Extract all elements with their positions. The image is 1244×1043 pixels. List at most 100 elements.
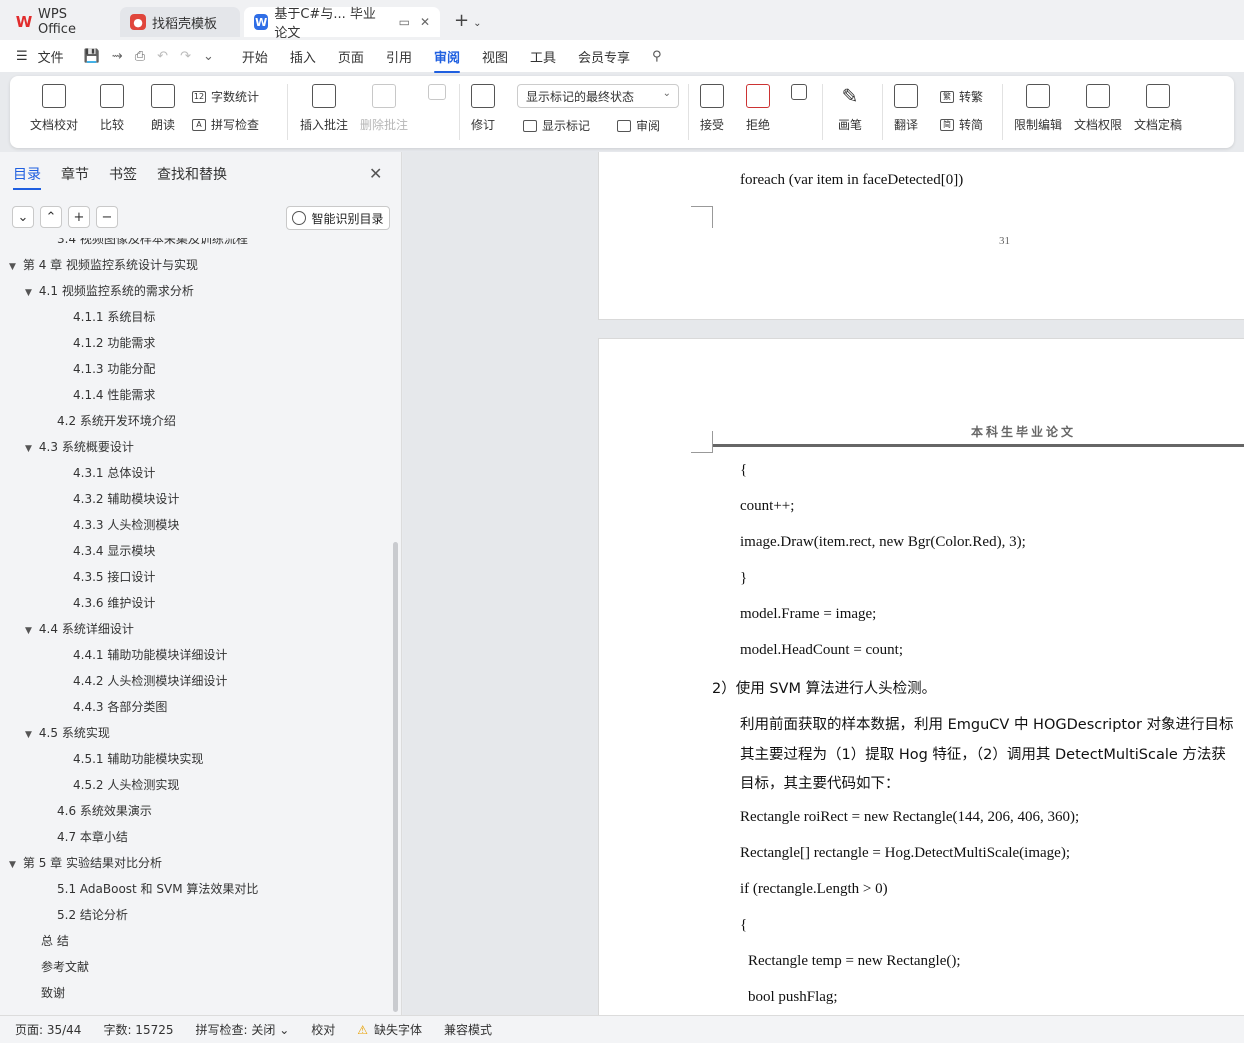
toc-item[interactable]: 4.3.5 接口设计 — [73, 568, 155, 590]
menu-insert[interactable]: 插入 — [290, 47, 316, 66]
review-pane-button[interactable]: 审阅 — [617, 117, 660, 134]
translate-button[interactable]: 翻译 — [894, 84, 918, 133]
nav-tab-toc[interactable]: 目录 — [13, 164, 41, 190]
nav-tab-chapters[interactable]: 章节 — [61, 164, 89, 184]
window-restore-icon[interactable]: ▭ — [399, 15, 410, 29]
reject-button[interactable]: 拒绝 — [746, 84, 770, 133]
word-count-button[interactable]: 12 字数统计 — [192, 88, 259, 105]
redo-icon[interactable]: ↷ — [180, 49, 191, 64]
toc-item[interactable]: 4.5.1 辅助功能模块实现 — [73, 750, 203, 772]
menu-page[interactable]: 页面 — [338, 47, 364, 66]
undo-icon[interactable]: ↶ — [157, 49, 168, 64]
toc-item[interactable]: 4.3.6 维护设计 — [73, 594, 155, 616]
doc-check-button[interactable]: 文档校对 — [30, 84, 78, 133]
menu-member[interactable]: 会员专享 — [578, 47, 630, 66]
toc-item[interactable]: ▼ 4.3 系统概要设计 — [25, 438, 134, 460]
share-icon[interactable]: ⇝ — [112, 49, 123, 64]
tab-document[interactable]: W 基于C#与... 毕业论文 ▭ ✕ — [244, 7, 440, 41]
toc-item[interactable]: 4.3.1 总体设计 — [73, 464, 155, 486]
smart-toc-button[interactable]: 智能识别目录 — [286, 206, 390, 230]
revise-button[interactable]: 修订 — [471, 84, 495, 133]
toc-item[interactable]: 4.3.3 人头检测模块 — [73, 516, 179, 538]
nav-tab-find-replace[interactable]: 查找和替换 — [157, 164, 227, 184]
chevron-down-icon[interactable]: ⌄ — [473, 18, 481, 29]
word-count-indicator[interactable]: 字数: 15725 — [103, 1021, 173, 1038]
collapse-all-icon[interactable]: ⌃ — [40, 206, 62, 228]
menu-view[interactable]: 视图 — [482, 47, 508, 66]
menu-review[interactable]: 审阅 — [433, 47, 460, 73]
spell-check-button[interactable]: A 拼写检查 — [192, 116, 259, 133]
toc-item[interactable]: ▼ 第 5 章 实验结果对比分析 — [9, 854, 162, 876]
tab-template[interactable]: ● 找稻壳模板 — [120, 7, 240, 37]
tab-wps-office[interactable]: W WPS Office — [6, 7, 118, 37]
collapse-arrow-icon[interactable]: ▼ — [9, 860, 16, 870]
reject-icon — [746, 84, 770, 108]
toc-item[interactable]: 5.2 结论分析 — [57, 906, 128, 928]
show-markup-button[interactable]: 显示标记 — [523, 117, 590, 134]
collapse-arrow-icon[interactable]: ▼ — [25, 730, 32, 740]
spell-check-status[interactable]: 拼写检查: 关闭 ⌄ — [196, 1021, 290, 1038]
toc-item[interactable]: 4.1.2 功能需求 — [73, 334, 155, 356]
remove-heading-icon[interactable]: − — [96, 206, 118, 228]
toc-item[interactable]: 4.4.3 各部分类图 — [73, 698, 167, 720]
read-aloud-button[interactable]: 朗读 — [151, 84, 175, 133]
to-simplified-button[interactable]: 简转简 — [940, 116, 983, 133]
prev-change-button[interactable] — [791, 84, 807, 108]
toc-item[interactable]: 4.1.1 系统目标 — [73, 308, 155, 330]
toc-item[interactable]: ▼ 第 4 章 视频监控系统设计与实现 — [9, 256, 198, 278]
insert-comment-button[interactable]: 插入批注 — [300, 84, 348, 133]
close-icon[interactable]: ✕ — [369, 164, 382, 183]
menu-tools[interactable]: 工具 — [530, 47, 556, 66]
menu-start[interactable]: 开始 — [242, 47, 268, 66]
missing-font-status[interactable]: 缺失字体 — [374, 1021, 422, 1038]
toc-item[interactable]: 参考文献 — [41, 958, 89, 980]
toc-item[interactable]: ▼ 4.1 视频监控系统的需求分析 — [25, 282, 194, 304]
toc-item[interactable]: ▼ 4.4 系统详细设计 — [25, 620, 134, 642]
search-icon[interactable]: ⚲ — [652, 49, 662, 64]
restrict-edit-button[interactable]: 限制编辑 — [1014, 84, 1062, 133]
add-heading-icon[interactable]: + — [68, 206, 90, 228]
menu-file[interactable]: 文件 — [38, 47, 64, 66]
prev-comment-button[interactable] — [428, 84, 446, 108]
ink-button[interactable]: ✎ 画笔 — [838, 84, 862, 133]
finalize-button[interactable]: 文档定稿 — [1134, 84, 1182, 133]
toc-item[interactable]: 4.6 系统效果演示 — [57, 802, 152, 824]
close-tab-icon[interactable]: ✕ — [420, 15, 430, 29]
toc-item[interactable]: 4.2 系统开发环境介绍 — [57, 412, 176, 434]
toc-item[interactable]: 4.1.4 性能需求 — [73, 386, 155, 408]
collapse-arrow-icon[interactable]: ▼ — [9, 262, 16, 272]
toc-item[interactable]: 3.4 视频图像及样本采集及训练流程 — [57, 238, 248, 252]
toc-item[interactable]: 4.7 本章小结 — [57, 828, 128, 850]
save-icon[interactable]: 💾 — [84, 49, 100, 64]
menu-reference[interactable]: 引用 — [386, 47, 412, 66]
compare-button[interactable]: 比较 — [100, 84, 124, 133]
delete-comment-button[interactable]: 删除批注 — [360, 84, 408, 133]
toc-item[interactable]: 4.5.2 人头检测实现 — [73, 776, 179, 798]
toc-item[interactable]: 致谢 — [41, 984, 65, 1006]
toc-item[interactable]: 4.3.2 辅助模块设计 — [73, 490, 179, 512]
page-indicator[interactable]: 页面: 35/44 — [15, 1021, 81, 1038]
collapse-arrow-icon[interactable]: ▼ — [25, 626, 32, 636]
markup-state-select[interactable]: 显示标记的最终状态 ⌄ — [517, 84, 679, 108]
doc-permission-button[interactable]: 文档权限 — [1074, 84, 1122, 133]
toc-item[interactable]: 4.1.3 功能分配 — [73, 360, 155, 382]
print-preview-icon[interactable]: ⎙ — [135, 49, 145, 64]
to-traditional-button[interactable]: 繁转繁 — [940, 88, 983, 105]
toc-scrollbar[interactable] — [393, 542, 398, 1012]
accept-button[interactable]: 接受 — [700, 84, 724, 133]
collapse-arrow-icon[interactable]: ▼ — [25, 444, 32, 454]
collapse-arrow-icon[interactable]: ▼ — [25, 288, 32, 298]
hamburger-icon[interactable]: ☰ — [16, 49, 28, 64]
toc-item[interactable]: 5.1 AdaBoost 和 SVM 算法效果对比 — [57, 880, 258, 902]
new-tab-button[interactable]: + ⌄ — [454, 10, 481, 31]
quick-access-more-icon[interactable]: ⌄ — [203, 49, 214, 64]
toc-item[interactable]: 4.4.1 辅助功能模块详细设计 — [73, 646, 227, 668]
nav-tab-bookmarks[interactable]: 书签 — [109, 164, 137, 184]
toc-item[interactable]: 4.4.2 人头检测模块详细设计 — [73, 672, 227, 694]
proof-status[interactable]: 校对 — [311, 1021, 335, 1038]
toc-item[interactable]: 4.3.4 显示模块 — [73, 542, 155, 564]
expand-all-icon[interactable]: ⌄ — [12, 206, 34, 228]
toc-item[interactable]: 总 结 — [41, 932, 69, 954]
toc-item-label: 4.3.4 显示模块 — [73, 544, 156, 558]
toc-item[interactable]: ▼ 4.5 系统实现 — [25, 724, 110, 746]
